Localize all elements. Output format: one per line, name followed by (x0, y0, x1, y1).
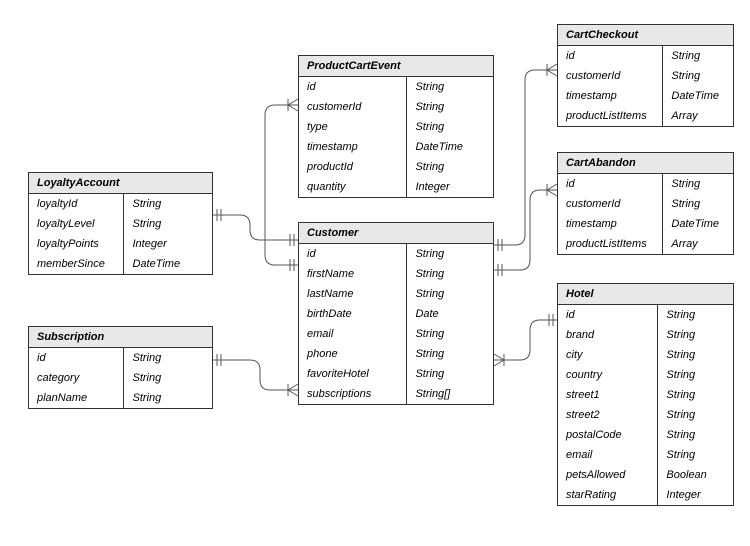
field-type: String (658, 365, 733, 385)
field-name: loyaltyLevel (29, 214, 123, 234)
field-type: Date (407, 304, 493, 324)
field-type: DateTime (124, 254, 212, 274)
field-name: planName (29, 388, 123, 408)
field-name: email (299, 324, 406, 344)
field-type: String (407, 157, 493, 177)
field-name: timestamp (299, 137, 406, 157)
field-name: id (299, 77, 406, 97)
field-name: loyaltyId (29, 194, 123, 214)
field-type: String (663, 174, 733, 194)
field-type: String (407, 77, 493, 97)
field-name: phone (299, 344, 406, 364)
field-type: String[] (407, 384, 493, 404)
field-type: String (658, 405, 733, 425)
field-name: id (299, 244, 406, 264)
field-name: birthDate (299, 304, 406, 324)
field-type: String (124, 194, 212, 214)
field-type: String (407, 344, 493, 364)
field-type: String (124, 348, 212, 368)
field-name: timestamp (558, 86, 662, 106)
field-name: timestamp (558, 214, 662, 234)
field-name: quantity (299, 177, 406, 197)
field-type: String (663, 66, 733, 86)
field-name: id (558, 174, 662, 194)
entity-subscription: Subscription id category planName String… (28, 326, 213, 409)
field-name: email (558, 445, 657, 465)
field-type: String (407, 324, 493, 344)
field-name: type (299, 117, 406, 137)
entity-title: Customer (299, 223, 493, 244)
field-type: String (407, 364, 493, 384)
entity-loyalty-account: LoyaltyAccount loyaltyId loyaltyLevel lo… (28, 172, 213, 275)
field-name: category (29, 368, 123, 388)
field-type: DateTime (663, 214, 733, 234)
field-name: productListItems (558, 106, 662, 126)
field-type: DateTime (407, 137, 493, 157)
er-diagram-canvas: LoyaltyAccount loyaltyId loyaltyLevel lo… (0, 0, 750, 546)
field-name: firstName (299, 264, 406, 284)
field-type: String (407, 284, 493, 304)
entity-title: Hotel (558, 284, 733, 305)
field-type: String (658, 345, 733, 365)
field-type: Boolean (658, 465, 733, 485)
field-type: DateTime (663, 86, 733, 106)
field-name: productId (299, 157, 406, 177)
field-type: Integer (658, 485, 733, 505)
field-type: String (663, 194, 733, 214)
field-type: String (658, 385, 733, 405)
field-type: String (124, 388, 212, 408)
entity-cart-checkout: CartCheckout id customerId timestamp pro… (557, 24, 734, 127)
field-name: id (29, 348, 123, 368)
field-name: postalCode (558, 425, 657, 445)
field-type: String (407, 264, 493, 284)
field-name: brand (558, 325, 657, 345)
field-name: street2 (558, 405, 657, 425)
field-name: petsAllowed (558, 465, 657, 485)
entity-customer: Customer id firstName lastName birthDate… (298, 222, 494, 405)
field-name: customerId (299, 97, 406, 117)
entity-title: Subscription (29, 327, 212, 348)
entity-hotel: Hotel id brand city country street1 stre… (557, 283, 734, 506)
field-name: productListItems (558, 234, 662, 254)
field-type: Integer (124, 234, 212, 254)
field-type: String (658, 425, 733, 445)
field-name: loyaltyPoints (29, 234, 123, 254)
field-name: lastName (299, 284, 406, 304)
field-type: String (407, 244, 493, 264)
field-name: city (558, 345, 657, 365)
field-type: Array (663, 106, 733, 126)
field-name: street1 (558, 385, 657, 405)
field-name: country (558, 365, 657, 385)
field-type: String (124, 368, 212, 388)
field-name: id (558, 305, 657, 325)
entity-product-cart-event: ProductCartEvent id customerId type time… (298, 55, 494, 198)
entity-cart-abandon: CartAbandon id customerId timestamp prod… (557, 152, 734, 255)
field-type: String (658, 445, 733, 465)
field-name: id (558, 46, 662, 66)
field-type: String (407, 117, 493, 137)
field-type: Array (663, 234, 733, 254)
entity-title: LoyaltyAccount (29, 173, 212, 194)
field-type: String (658, 305, 733, 325)
field-type: String (663, 46, 733, 66)
field-type: String (658, 325, 733, 345)
field-name: memberSince (29, 254, 123, 274)
field-name: favoriteHotel (299, 364, 406, 384)
field-type: Integer (407, 177, 493, 197)
field-name: customerId (558, 66, 662, 86)
field-name: customerId (558, 194, 662, 214)
field-name: subscriptions (299, 384, 406, 404)
entity-title: CartAbandon (558, 153, 733, 174)
entity-title: ProductCartEvent (299, 56, 493, 77)
field-type: String (124, 214, 212, 234)
field-name: starRating (558, 485, 657, 505)
entity-title: CartCheckout (558, 25, 733, 46)
field-type: String (407, 97, 493, 117)
